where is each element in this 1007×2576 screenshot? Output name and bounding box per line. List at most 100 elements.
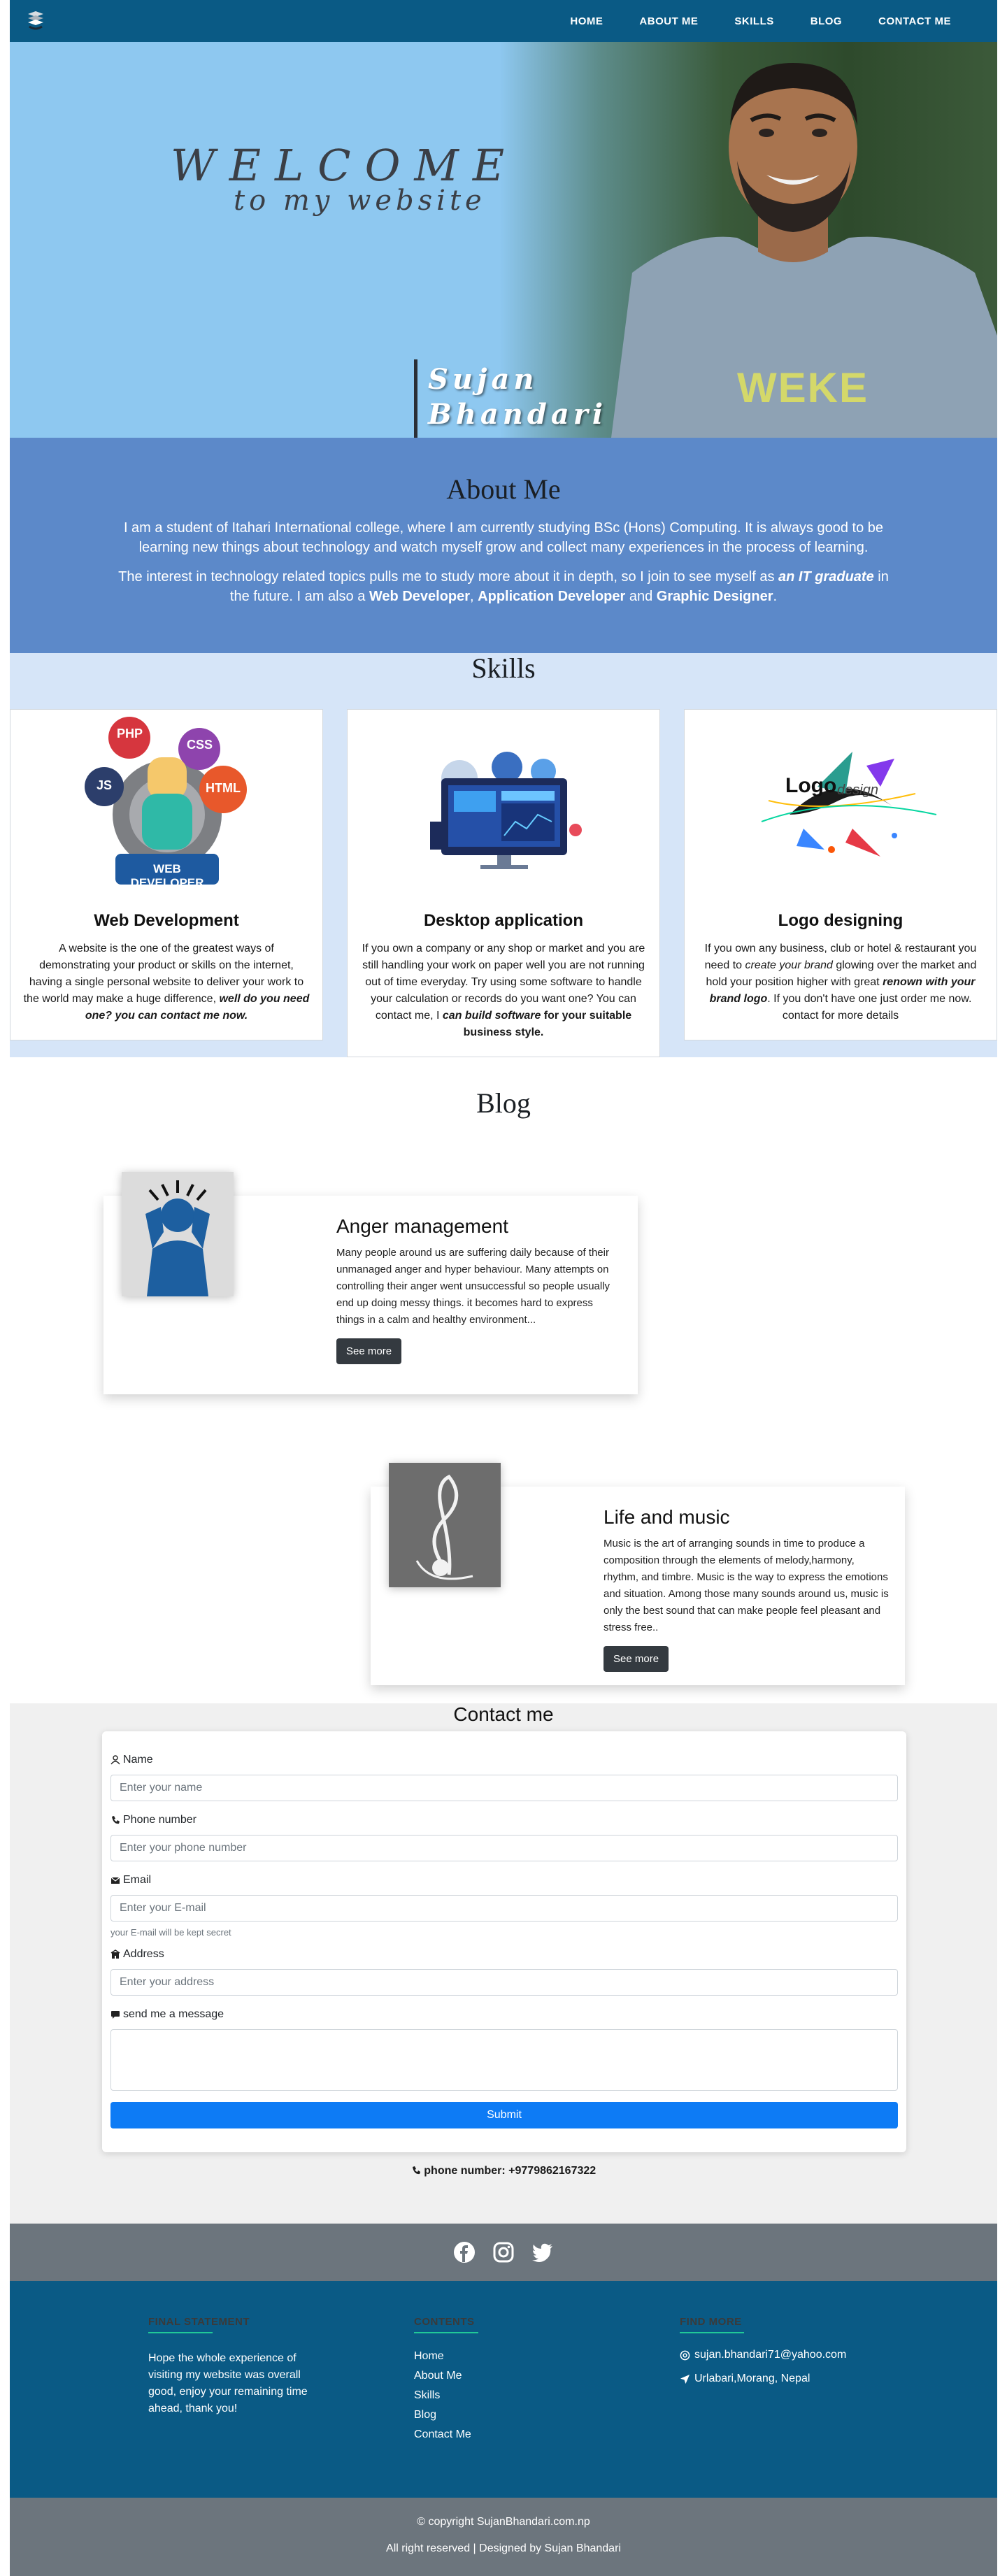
badge-css: CSS bbox=[187, 738, 213, 752]
nav-links: HOME ABOUT ME SKILLS BLOG CONTACT ME bbox=[552, 0, 969, 42]
footer-location-text: Urlabari,Morang, Nepal bbox=[694, 2373, 810, 2384]
name-input[interactable]: Enter your name bbox=[110, 1775, 898, 1801]
email-label: Email bbox=[110, 1873, 898, 1888]
contact-phone-line: phone number: +9779862167322 bbox=[10, 2165, 997, 2177]
social-bar bbox=[10, 2224, 997, 2281]
nav-skills[interactable]: SKILLS bbox=[716, 15, 792, 27]
footer-email-text[interactable]: sujan.bhandari71@yahoo.com bbox=[694, 2349, 846, 2361]
email-help-text: your E-mail will be kept secret bbox=[110, 1927, 231, 1938]
address-input[interactable]: Enter your address bbox=[110, 1969, 898, 1996]
logo-icon[interactable] bbox=[25, 10, 46, 32]
about-text: and bbox=[625, 589, 657, 604]
role-graphic-designer: Graphic Designer bbox=[656, 589, 773, 604]
phone-input[interactable]: Enter your phone number bbox=[110, 1835, 898, 1861]
footer-contents: CONTENTS Home About Me Skills Blog Conta… bbox=[414, 2316, 478, 2441]
phone-field-group: Phone number Enter your phone number bbox=[110, 1812, 898, 1861]
logo-splash-icon bbox=[761, 752, 937, 857]
twitter-icon[interactable] bbox=[531, 2241, 554, 2263]
skill-card-web-development: PHP CSS JS HTML WEB DEVELOPER Web Develo… bbox=[10, 709, 323, 1040]
signature-last-name: Bhandari bbox=[428, 398, 608, 431]
signature-bar bbox=[414, 359, 417, 438]
nav-about-me[interactable]: ABOUT ME bbox=[621, 15, 716, 27]
footer-find-more: FIND MORE sujan.bhandari71@yahoo.com Url… bbox=[680, 2316, 846, 2385]
blog-card-life-and-music: Life and music Music is the art of arran… bbox=[371, 1463, 905, 1685]
address-label: Address bbox=[110, 1947, 898, 1962]
footer-email[interactable]: sujan.bhandari71@yahoo.com bbox=[680, 2349, 846, 2361]
nav-home[interactable]: HOME bbox=[552, 15, 621, 27]
phone-label-text: Phone number bbox=[123, 1814, 197, 1826]
blog-post-title: Anger management bbox=[336, 1215, 508, 1237]
facebook-icon[interactable] bbox=[453, 2241, 476, 2263]
footer-heading: CONTENTS bbox=[414, 2316, 475, 2328]
blog-card-anger-management: Anger management Many people around us a… bbox=[103, 1172, 638, 1394]
badge-php: PHP bbox=[117, 727, 143, 740]
submit-button[interactable]: Submit bbox=[110, 2102, 898, 2128]
footer-statement-text: Hope the whole experience of visiting my… bbox=[148, 2352, 308, 2414]
user-icon bbox=[110, 1755, 120, 1765]
email-label-text: Email bbox=[123, 1874, 152, 1886]
skill-description: A website is the one of the greatest way… bbox=[23, 940, 310, 1024]
building-icon bbox=[110, 1949, 120, 1959]
skill-title: Web Development bbox=[94, 911, 239, 930]
footer-final-statement: FINAL STATEMENT Hope the whole experienc… bbox=[148, 2316, 323, 2417]
contact-form: Name Enter your name Phone number Enter … bbox=[102, 1731, 906, 2152]
skills-title: Skills bbox=[471, 652, 536, 684]
shirt-print-text: WEKE bbox=[737, 364, 869, 411]
copyright-bar: © copyright SujanBhandari.com.np All rig… bbox=[10, 2498, 997, 2576]
web-developer-banner: WEB DEVELOPER bbox=[130, 862, 204, 889]
blog-post-title: Life and music bbox=[604, 1506, 730, 1528]
skill-description: If you own a company or any shop or mark… bbox=[360, 940, 647, 1041]
name-label-text: Name bbox=[123, 1754, 153, 1766]
hero-tagline: to my website bbox=[234, 185, 486, 217]
skill-card-desktop-application: Desktop application If you own a company… bbox=[347, 709, 660, 1057]
skill-text: . If you don't have one just order me no… bbox=[767, 993, 972, 1022]
role-web-developer: Web Developer bbox=[369, 589, 471, 604]
signature-first-name: Sujan bbox=[428, 363, 538, 396]
contact-phone-text: phone number: +9779862167322 bbox=[424, 2165, 597, 2177]
copyright-text: © copyright SujanBhandari.com.np bbox=[417, 2516, 590, 2528]
email-input[interactable]: Enter your E-mail bbox=[110, 1895, 898, 1922]
rights-reserved-text: All right reserved | Designed by Sujan B… bbox=[386, 2542, 621, 2554]
skill-title: Desktop application bbox=[423, 911, 584, 930]
footer-link-blog[interactable]: Blog bbox=[414, 2409, 478, 2421]
comment-icon bbox=[111, 2011, 120, 2019]
skill-italic: create your brand bbox=[745, 959, 833, 971]
footer-heading: FIND MORE bbox=[680, 2316, 742, 2328]
logo-design-illustration: Logo design bbox=[685, 710, 997, 892]
about-title: About Me bbox=[446, 473, 561, 505]
footer: FINAL STATEMENT Hope the whole experienc… bbox=[10, 2281, 997, 2498]
footer-heading-underline bbox=[148, 2332, 213, 2333]
message-textarea[interactable] bbox=[110, 2029, 898, 2091]
skill-card-logo-designing: Logo design Logo designing If you own an… bbox=[684, 709, 997, 1040]
footer-link-contact-me[interactable]: Contact Me bbox=[414, 2428, 478, 2441]
blog-title: Blog bbox=[476, 1087, 531, 1119]
footer-link-skills[interactable]: Skills bbox=[414, 2389, 478, 2402]
nav-blog[interactable]: BLOG bbox=[792, 15, 860, 27]
skill-emphasis: can build software bbox=[442, 1010, 541, 1022]
name-label: Name bbox=[110, 1752, 898, 1768]
see-more-button[interactable]: See more bbox=[336, 1338, 402, 1364]
blog-post-excerpt: Music is the art of arranging sounds in … bbox=[604, 1538, 889, 1633]
footer-heading-underline bbox=[680, 2332, 744, 2333]
phone-icon bbox=[412, 2166, 420, 2175]
address-field-group: Address Enter your address bbox=[110, 1947, 898, 1996]
email-field-group: Email Enter your E-mail your E-mail will… bbox=[110, 1873, 898, 1938]
footer-link-home[interactable]: Home bbox=[414, 2350, 478, 2363]
skill-title: Logo designing bbox=[778, 911, 904, 930]
blog-post-content: Anger management Many people around us a… bbox=[336, 1215, 623, 1364]
instagram-icon[interactable] bbox=[492, 2241, 515, 2263]
hero-welcome-heading: WELCOME bbox=[171, 140, 519, 191]
see-more-button[interactable]: See more bbox=[604, 1646, 669, 1672]
navbar: HOME ABOUT ME SKILLS BLOG CONTACT ME bbox=[10, 0, 997, 42]
badge-js: JS bbox=[96, 778, 113, 792]
about-paragraph-2: The interest in technology related topic… bbox=[115, 567, 892, 606]
about-text: The interest in technology related topic… bbox=[118, 569, 778, 585]
role-application-developer: Application Developer bbox=[478, 589, 626, 604]
phone-label: Phone number bbox=[110, 1812, 898, 1828]
address-label-text: Address bbox=[123, 1948, 164, 1960]
nav-contact-me[interactable]: CONTACT ME bbox=[860, 15, 969, 27]
about-section: About Me I am a student of Itahari Inter… bbox=[10, 438, 997, 653]
footer-heading-underline bbox=[414, 2332, 478, 2333]
hero-banner: WEKE WELCOME to my website Sujan Bhandar… bbox=[10, 42, 997, 438]
footer-link-about-me[interactable]: About Me bbox=[414, 2370, 478, 2382]
